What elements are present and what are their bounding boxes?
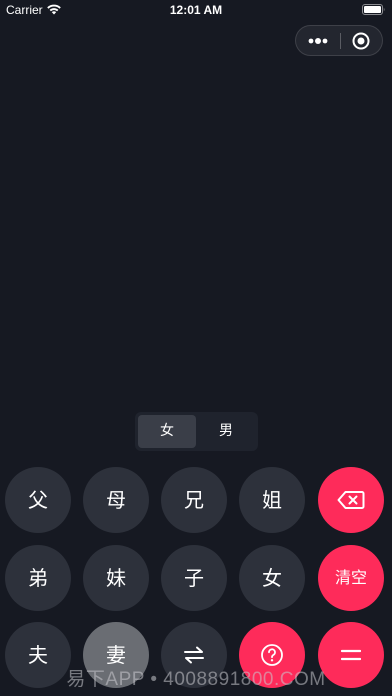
miniprogram-capsule: [295, 25, 383, 56]
equals-button[interactable]: [318, 622, 384, 688]
status-time: 12:01 AM: [169, 3, 223, 17]
swap-arrows-icon: [184, 646, 204, 664]
gender-toggle: 女 男: [135, 412, 258, 451]
gender-option-male[interactable]: 男: [197, 415, 255, 448]
key-daughter[interactable]: 女: [239, 545, 305, 611]
equals-icon: [341, 649, 361, 661]
gender-option-female[interactable]: 女: [138, 415, 196, 448]
key-mother[interactable]: 母: [83, 467, 149, 533]
clear-button[interactable]: 清空: [318, 545, 384, 611]
key-younger-brother[interactable]: 弟: [5, 545, 71, 611]
target-circle-icon[interactable]: [352, 32, 370, 50]
backspace-button[interactable]: [318, 467, 384, 533]
key-wife[interactable]: 妻: [83, 622, 149, 688]
swap-button[interactable]: [161, 622, 227, 688]
key-husband[interactable]: 夫: [5, 622, 71, 688]
key-younger-sister[interactable]: 妹: [83, 545, 149, 611]
help-button[interactable]: [239, 622, 305, 688]
status-bar: Carrier 12:01 AM: [0, 0, 392, 20]
question-circle-icon: [261, 644, 283, 666]
backspace-icon: [337, 491, 365, 509]
capsule-divider: [340, 33, 341, 49]
key-son[interactable]: 子: [161, 545, 227, 611]
key-father[interactable]: 父: [5, 467, 71, 533]
key-elder-sister[interactable]: 姐: [239, 467, 305, 533]
key-elder-brother[interactable]: 兄: [161, 467, 227, 533]
battery-icon: [362, 4, 385, 15]
more-dots-icon[interactable]: [307, 35, 329, 47]
